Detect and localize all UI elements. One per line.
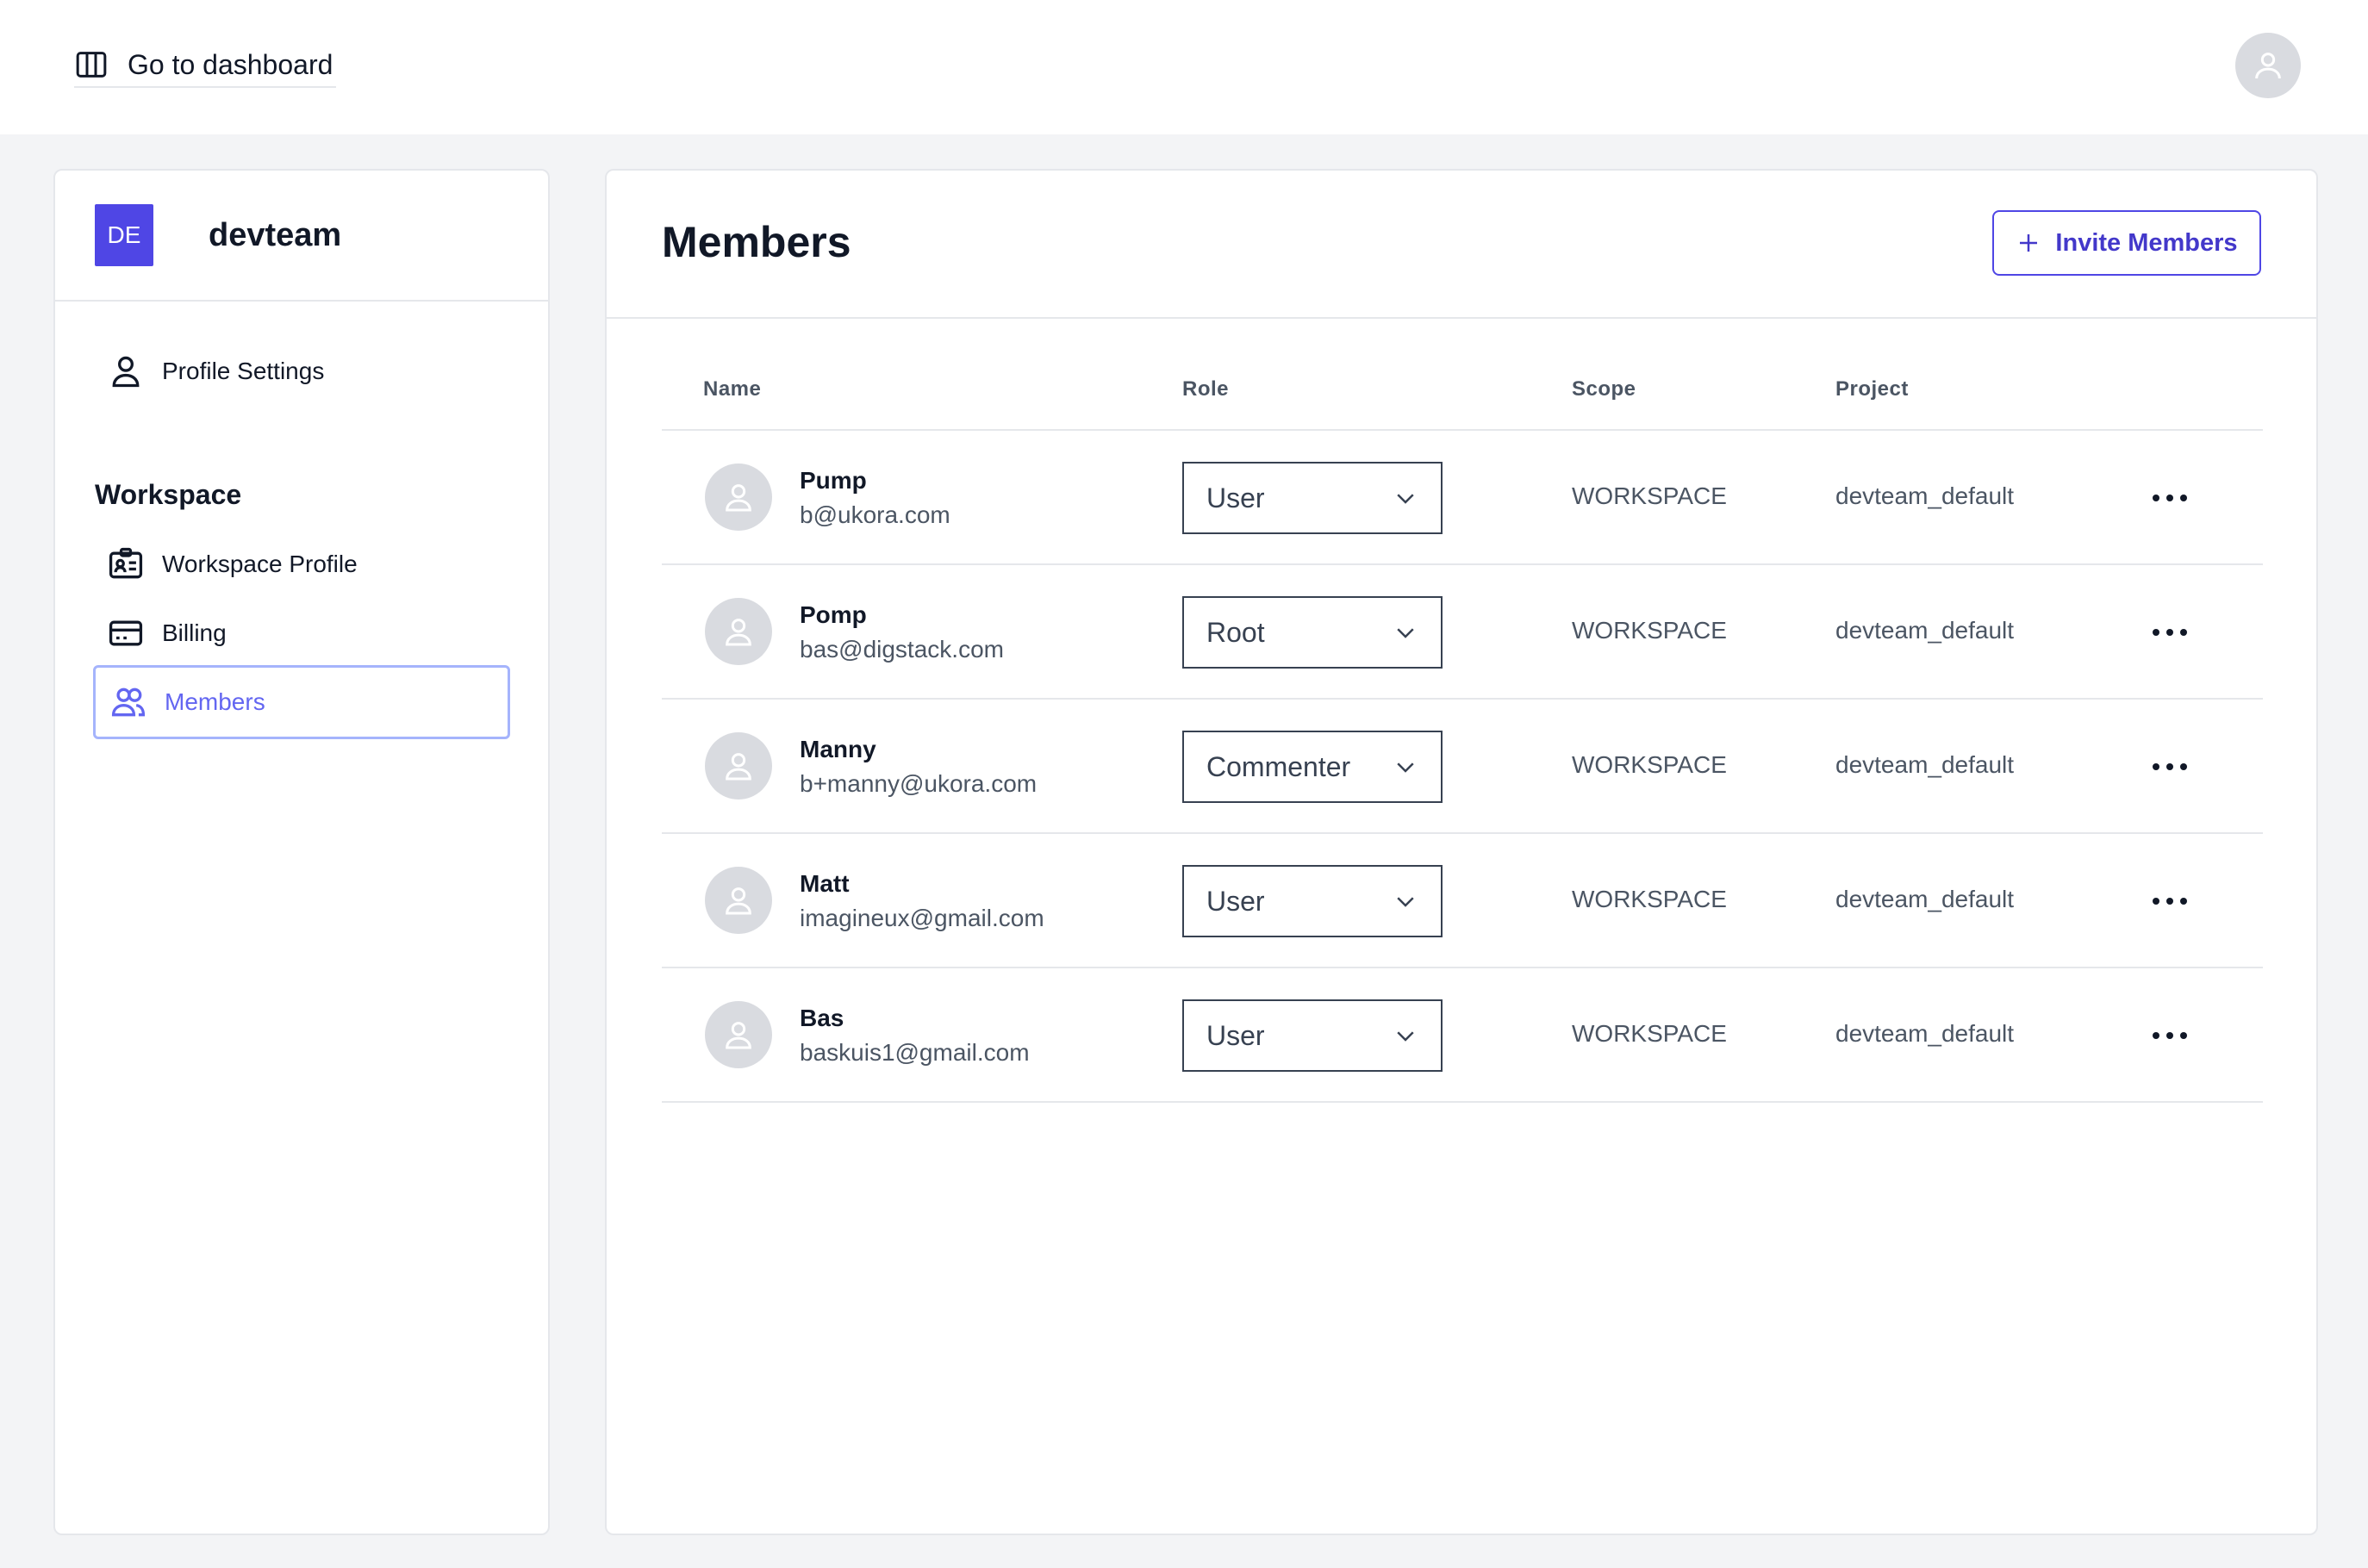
workspace-header: DE devteam: [55, 171, 548, 302]
members-panel: Members Invite Members Name Role Scope P…: [605, 169, 2318, 1535]
chevron-down-icon: [1397, 628, 1414, 638]
row-actions-button[interactable]: [2144, 1017, 2196, 1055]
row-actions-button[interactable]: [2144, 748, 2196, 786]
member-project: devteam_default: [1835, 751, 2015, 778]
role-select[interactable]: Commenter: [1182, 731, 1443, 803]
more-horizontal-icon: [2153, 763, 2187, 770]
user-icon: [2255, 53, 2281, 79]
role-select-value: User: [1206, 885, 1265, 917]
role-select[interactable]: User: [1182, 865, 1443, 937]
role-select-value: Commenter: [1206, 750, 1351, 782]
member-avatar: [705, 867, 772, 934]
user-avatar-button[interactable]: [2235, 33, 2301, 98]
members-header: Members Invite Members: [607, 171, 2316, 319]
row-actions-button[interactable]: [2144, 479, 2196, 517]
member-name: Pomp: [800, 601, 867, 628]
member-email: b@ukora.com: [800, 501, 950, 528]
user-icon: [726, 484, 751, 512]
user-icon: [726, 1022, 751, 1049]
go-to-dashboard-link[interactable]: Go to dashboard: [74, 45, 337, 88]
workspace-section-title: Workspace: [95, 479, 242, 510]
column-header-scope: Scope: [1572, 377, 1636, 401]
user-icon: [726, 753, 751, 781]
member-project: devteam_default: [1835, 886, 2015, 912]
sidebar-item-label: Billing: [162, 619, 227, 646]
member-scope: WORKSPACE: [1572, 751, 1727, 778]
user-icon: [726, 619, 751, 646]
member-project: devteam_default: [1835, 1020, 2015, 1047]
role-select-value: User: [1206, 1019, 1265, 1051]
table-row: Matt imagineux@gmail.com User WORKSPACE …: [662, 834, 2263, 968]
role-select[interactable]: User: [1182, 462, 1443, 534]
workspace-badge: DE: [95, 204, 153, 266]
member-scope: WORKSPACE: [1572, 886, 1727, 912]
members-table: Name Role Scope Project Pump b@ukora.com…: [662, 377, 2263, 1103]
table-row: Bas baskuis1@gmail.com User WORKSPACE de…: [662, 968, 2263, 1103]
role-select[interactable]: Root: [1182, 596, 1443, 669]
chevron-down-icon: [1397, 897, 1414, 907]
top-bar: Go to dashboard: [0, 0, 2368, 134]
member-email: imagineux@gmail.com: [800, 905, 1044, 931]
page-title: Members: [662, 218, 851, 266]
sidebar-item-members[interactable]: Members: [93, 665, 510, 739]
member-name: Matt: [800, 870, 850, 897]
credit-card-icon: [109, 620, 143, 646]
table-row: Pomp bas@digstack.com Root WORKSPACE dev…: [662, 565, 2263, 700]
sidebar-item-workspace-profile[interactable]: Workspace Profile: [93, 527, 510, 601]
user-icon: [112, 356, 140, 388]
member-scope: WORKSPACE: [1572, 1020, 1727, 1047]
users-icon: [111, 688, 146, 717]
member-avatar: [705, 464, 772, 531]
role-select-value: User: [1206, 482, 1265, 513]
table-row: Manny b+manny@ukora.com Commenter WORKSP…: [662, 700, 2263, 834]
member-avatar: [705, 598, 772, 665]
sidebar-item-label: Members: [165, 688, 265, 715]
invite-members-button[interactable]: Invite Members: [1992, 210, 2261, 276]
role-select[interactable]: User: [1182, 999, 1443, 1072]
sidebar-item-label: Profile Settings: [162, 358, 325, 384]
workspace-name: devteam: [209, 216, 342, 253]
more-horizontal-icon: [2153, 629, 2187, 636]
member-project: devteam_default: [1835, 617, 2015, 644]
member-email: baskuis1@gmail.com: [800, 1039, 1030, 1066]
id-card-icon: [109, 547, 143, 579]
member-avatar: [705, 732, 772, 800]
member-scope: WORKSPACE: [1572, 482, 1727, 509]
column-header-role: Role: [1182, 377, 1230, 401]
user-icon: [726, 887, 751, 915]
chevron-down-icon: [1397, 1031, 1414, 1042]
member-name: Pump: [800, 467, 867, 494]
chevron-down-icon: [1397, 494, 1414, 504]
more-horizontal-icon: [2153, 1032, 2187, 1039]
row-actions-button[interactable]: [2144, 613, 2196, 651]
settings-sidebar: DE devteam Profile Settings Workspace Wo…: [53, 169, 550, 1535]
sidebar-item-profile-settings[interactable]: Profile Settings: [93, 334, 510, 408]
plus-icon: [2020, 234, 2038, 252]
row-actions-button[interactable]: [2144, 882, 2196, 920]
member-email: bas@digstack.com: [800, 636, 1004, 663]
chevron-down-icon: [1397, 762, 1414, 773]
member-scope: WORKSPACE: [1572, 617, 1727, 644]
invite-members-label: Invite Members: [2055, 228, 2238, 257]
sidebar-item-billing[interactable]: Billing: [93, 596, 510, 670]
table-header: Name Role Scope Project: [662, 377, 2263, 431]
member-project: devteam_default: [1835, 482, 2015, 509]
column-header-name: Name: [703, 377, 762, 401]
member-name: Bas: [800, 1005, 844, 1031]
member-email: b+manny@ukora.com: [800, 770, 1038, 797]
more-horizontal-icon: [2153, 495, 2187, 501]
table-row: Pump b@ukora.com User WORKSPACE devteam_…: [662, 431, 2263, 565]
role-select-value: Root: [1206, 616, 1265, 648]
go-to-dashboard-label: Go to dashboard: [128, 48, 333, 80]
member-name: Manny: [800, 736, 876, 762]
columns-icon: [76, 52, 107, 78]
sidebar-item-label: Workspace Profile: [162, 551, 358, 577]
more-horizontal-icon: [2153, 898, 2187, 905]
member-avatar: [705, 1001, 772, 1068]
column-header-project: Project: [1835, 377, 1909, 401]
